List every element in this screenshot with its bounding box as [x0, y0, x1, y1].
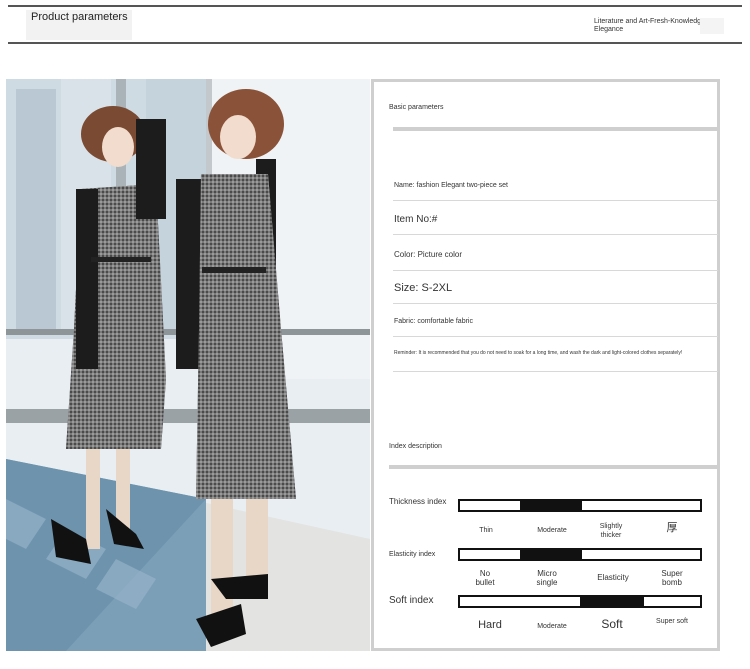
- elasticity-index-fill: [520, 550, 582, 559]
- divider: [393, 371, 718, 372]
- product-photo-illustration: [6, 79, 370, 651]
- soft-level-3: Soft: [601, 617, 623, 631]
- elasticity-level-4: Super bomb: [661, 569, 683, 587]
- divider: [393, 336, 718, 337]
- header-bottom-rule: [8, 42, 742, 44]
- divider: [393, 234, 718, 235]
- soft-index-label: Soft index: [389, 595, 434, 606]
- elasticity-level-1: No bullet: [475, 569, 495, 587]
- soft-level-4: Super soft: [656, 618, 688, 625]
- soft-index-fill: [580, 597, 644, 606]
- soft-index-track: [458, 595, 702, 608]
- param-color: Color: Picture color: [394, 250, 463, 259]
- elasticity-index-label: Elasticity index: [389, 551, 436, 558]
- elasticity-level-2: Micro single: [536, 569, 558, 587]
- param-item-no: Item No:#: [394, 214, 438, 225]
- parameters-card: Basic parameters Name: fashion Elegant t…: [371, 79, 720, 651]
- basic-parameters-heading: Basic parameters: [389, 104, 444, 111]
- header-tagline: Literature and Art-Fresh-Knowledge -Eleg…: [594, 18, 710, 33]
- divider: [393, 200, 718, 201]
- thickness-level-4: 厚: [666, 522, 678, 534]
- param-reminder: Reminder: It is recommended that you do …: [394, 350, 683, 356]
- param-fabric: Fabric: comfortable fabric: [394, 318, 473, 325]
- divider: [393, 303, 718, 304]
- elasticity-level-3: Elasticity: [597, 573, 629, 582]
- soft-level-2: Moderate: [537, 623, 567, 630]
- index-section-bar: [389, 465, 718, 469]
- thickness-index-fill: [520, 501, 582, 510]
- index-description-heading: Index description: [389, 443, 442, 450]
- thickness-level-3: Slightly thicker: [599, 523, 623, 539]
- header-tagline-bg: [700, 18, 724, 34]
- param-name: Name: fashion Elegant two-piece set: [394, 182, 509, 189]
- basic-section-bar: [393, 127, 718, 131]
- product-photo: [6, 79, 370, 651]
- thickness-level-2: Moderate: [537, 527, 567, 534]
- thickness-index-label: Thickness index: [389, 497, 447, 506]
- soft-level-1: Hard: [478, 619, 502, 631]
- divider: [393, 270, 718, 271]
- header-top-rule: [8, 5, 742, 7]
- thickness-level-1: Thin: [479, 527, 493, 534]
- page-title: Product parameters: [31, 11, 128, 23]
- thickness-index-track: [458, 499, 702, 512]
- param-size: Size: S-2XL: [394, 282, 453, 294]
- elasticity-index-track: [458, 548, 702, 561]
